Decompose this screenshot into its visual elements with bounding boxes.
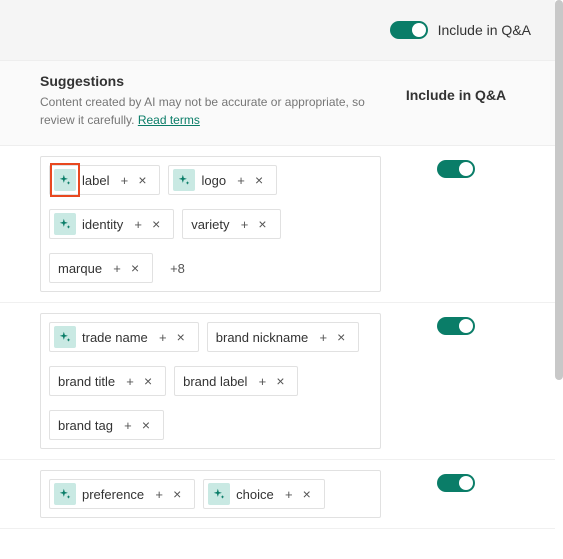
synonym-chip-label: variety (191, 217, 229, 232)
sparkle-icon (177, 173, 191, 187)
remove-synonym-button[interactable]: × (147, 216, 165, 232)
synonym-chip-label: logo (201, 173, 226, 188)
synonym-chip: brand label +× (174, 366, 298, 396)
ai-suggestion-badge (173, 169, 195, 191)
synonym-chip-container: label+×logo+×identity+×variety+×marque+×… (40, 156, 381, 292)
include-toggle-column (381, 470, 531, 518)
ai-suggestion-badge (54, 326, 76, 348)
include-qna-toggle[interactable] (437, 160, 475, 178)
remove-synonym-button[interactable]: × (137, 417, 155, 433)
add-synonym-button[interactable]: + (119, 418, 137, 433)
synonym-chip: variety +× (182, 209, 280, 239)
synonym-group: preference+×choice+× (0, 460, 555, 529)
add-synonym-button[interactable]: + (253, 374, 271, 389)
remove-synonym-button[interactable]: × (133, 172, 151, 188)
remove-synonym-button[interactable]: × (254, 216, 272, 232)
synonym-chip: brand nickname +× (207, 322, 360, 352)
include-qna-toggle[interactable] (437, 317, 475, 335)
synonym-chip-container: trade name+×brand nickname+×brand title+… (40, 313, 381, 449)
overflow-more-chip[interactable]: +8 (161, 253, 194, 283)
sparkle-icon (58, 487, 72, 501)
include-toggle-column (381, 156, 531, 292)
synonym-chip: brand title +× (49, 366, 166, 396)
add-synonym-button[interactable]: + (280, 487, 298, 502)
scrollbar[interactable] (555, 0, 563, 380)
sparkle-icon (58, 217, 72, 231)
synonym-chip: preference +× (49, 479, 195, 509)
add-synonym-button[interactable]: + (121, 374, 139, 389)
suggestions-description-text: Content created by AI may not be accurat… (40, 95, 365, 127)
synonym-group: label+×logo+×identity+×variety+×marque+×… (0, 146, 555, 303)
synonym-chip-container: preference+×choice+× (40, 470, 381, 518)
synonym-chip: logo +× (168, 165, 277, 195)
add-synonym-button[interactable]: + (314, 330, 332, 345)
top-bar: Include in Q&A (0, 0, 555, 60)
remove-synonym-button[interactable]: × (332, 329, 350, 345)
synonym-chip: label +× (49, 165, 160, 195)
remove-synonym-button[interactable]: × (139, 373, 157, 389)
add-synonym-button[interactable]: + (236, 217, 254, 232)
include-qna-master-label: Include in Q&A (438, 22, 531, 38)
synonym-chip: identity +× (49, 209, 174, 239)
synonym-chip-label: brand label (183, 374, 247, 389)
remove-synonym-button[interactable]: × (126, 260, 144, 276)
remove-synonym-button[interactable]: × (250, 172, 268, 188)
synonym-chip: choice +× (203, 479, 325, 509)
sparkle-icon (58, 173, 72, 187)
remove-synonym-button[interactable]: × (298, 486, 316, 502)
sparkle-icon (58, 330, 72, 344)
add-synonym-button[interactable]: + (115, 173, 133, 188)
add-synonym-button[interactable]: + (232, 173, 250, 188)
read-terms-link[interactable]: Read terms (138, 113, 200, 127)
synonym-chip-label: label (82, 173, 109, 188)
sparkle-icon (212, 487, 226, 501)
synonym-chip: marque +× (49, 253, 153, 283)
synonym-chip-label: brand nickname (216, 330, 309, 345)
suggestions-header: Suggestions Content created by AI may no… (0, 60, 555, 146)
ai-suggestion-badge (54, 213, 76, 235)
add-synonym-button[interactable]: + (129, 217, 147, 232)
add-synonym-button[interactable]: + (154, 330, 172, 345)
synonym-chip-label: brand tag (58, 418, 113, 433)
synonym-chip-label: choice (236, 487, 274, 502)
remove-synonym-button[interactable]: × (172, 329, 190, 345)
ai-suggestion-badge (208, 483, 230, 505)
remove-synonym-button[interactable]: × (168, 486, 186, 502)
add-synonym-button[interactable]: + (150, 487, 168, 502)
synonym-chip-label: preference (82, 487, 144, 502)
synonym-chip: trade name +× (49, 322, 199, 352)
include-qna-toggle[interactable] (437, 474, 475, 492)
remove-synonym-button[interactable]: × (271, 373, 289, 389)
add-synonym-button[interactable]: + (108, 261, 126, 276)
synonym-chip: brand tag +× (49, 410, 164, 440)
suggestions-description: Content created by AI may not be accurat… (40, 93, 381, 129)
include-toggle-column (381, 313, 531, 449)
ai-suggestion-badge (54, 169, 76, 191)
ai-suggestion-badge (54, 483, 76, 505)
synonym-group: trade name+×brand nickname+×brand title+… (0, 303, 555, 460)
include-qna-master-toggle[interactable] (390, 21, 428, 39)
synonym-chip-label: marque (58, 261, 102, 276)
include-column-header: Include in Q&A (381, 73, 531, 129)
suggestions-title: Suggestions (40, 73, 381, 89)
synonym-chip-label: brand title (58, 374, 115, 389)
synonym-chip-label: trade name (82, 330, 148, 345)
synonym-chip-label: identity (82, 217, 123, 232)
